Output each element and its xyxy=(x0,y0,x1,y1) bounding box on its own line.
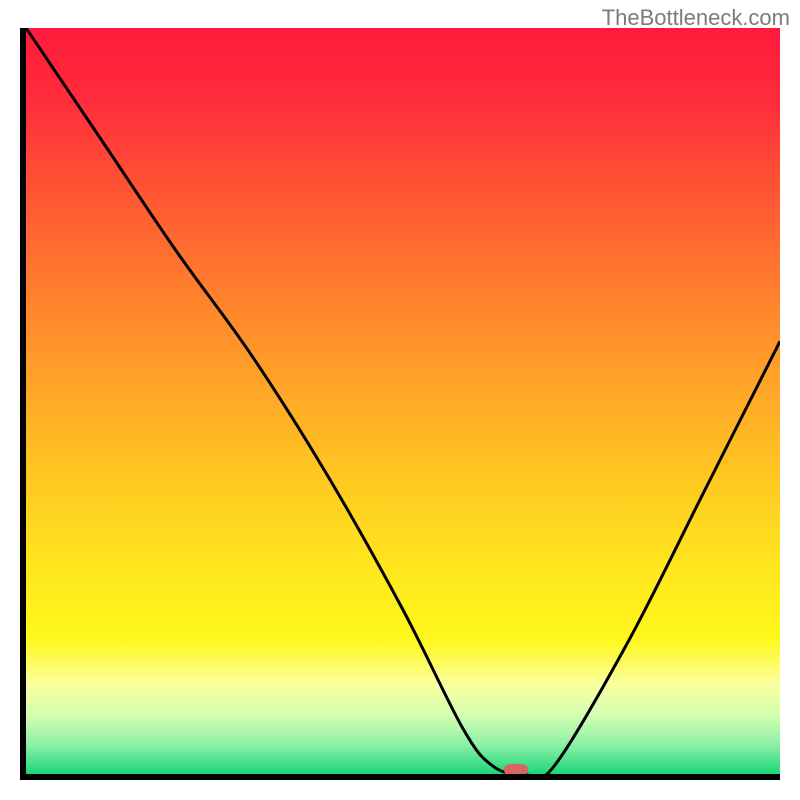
bottleneck-curve xyxy=(26,28,780,774)
plot-area xyxy=(20,28,780,780)
watermark-text: TheBottleneck.com xyxy=(602,5,790,31)
optimal-point-marker xyxy=(504,764,528,776)
chart-container: TheBottleneck.com xyxy=(0,0,800,800)
